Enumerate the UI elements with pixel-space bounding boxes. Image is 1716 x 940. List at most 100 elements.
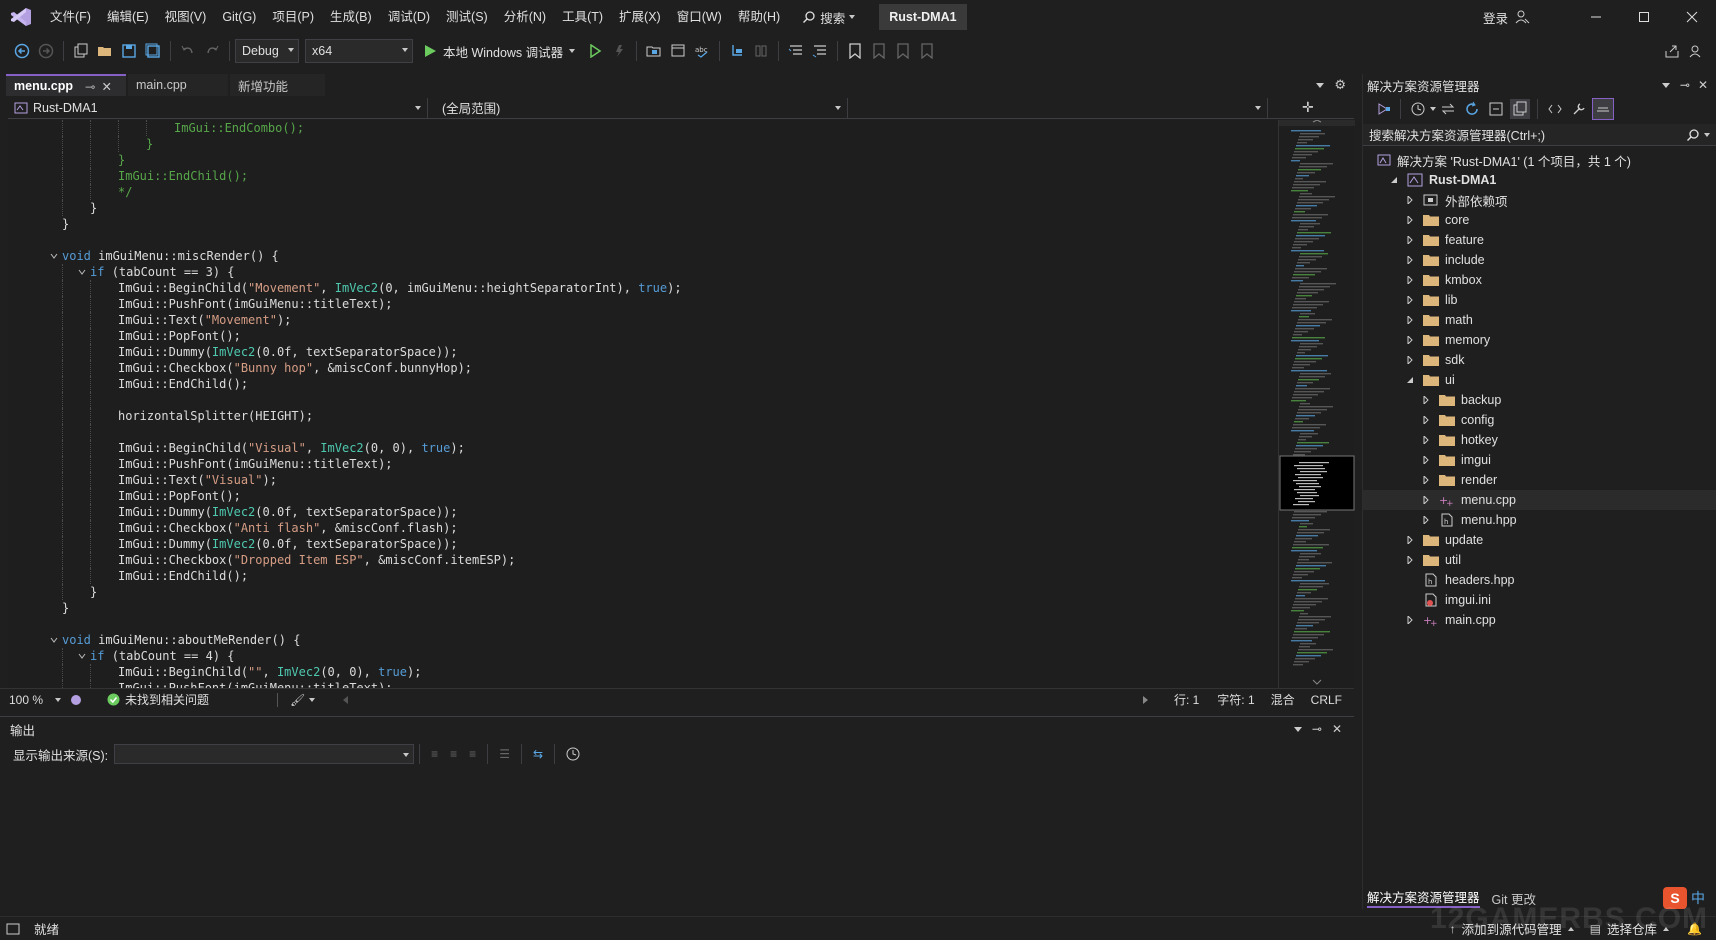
collapsed-chevron-icon[interactable] bbox=[1405, 295, 1415, 305]
tree-item-imgui[interactable]: imgui bbox=[1363, 450, 1716, 470]
output-text-area[interactable] bbox=[6, 769, 1348, 905]
tree-item-core[interactable]: core bbox=[1363, 210, 1716, 230]
menu-item[interactable]: 帮助(H) bbox=[730, 0, 788, 34]
code-editor[interactable]: ImGui::EndCombo();}} ImGui::EndChild(); */… bbox=[8, 120, 1278, 688]
code-minimap[interactable] bbox=[1278, 120, 1355, 688]
next-bookmark-icon[interactable] bbox=[893, 41, 913, 61]
new-project-icon[interactable] bbox=[71, 41, 91, 61]
save-icon[interactable] bbox=[119, 41, 139, 61]
zoom-level[interactable]: 100 % bbox=[9, 693, 55, 707]
comment-out-icon[interactable] bbox=[786, 41, 806, 61]
tree-item-backup[interactable]: backup bbox=[1363, 390, 1716, 410]
fold-toggle-icon[interactable] bbox=[50, 252, 58, 260]
chevron-down-icon[interactable] bbox=[1430, 107, 1436, 111]
tree-item-rust-dma1[interactable]: Rust-DMA1 bbox=[1363, 170, 1716, 190]
window-layout-icon[interactable] bbox=[668, 41, 688, 61]
prev-bookmark-icon[interactable] bbox=[869, 41, 889, 61]
uncomment-icon[interactable] bbox=[810, 41, 830, 61]
redo-icon[interactable] bbox=[202, 41, 222, 61]
collapsed-chevron-icon[interactable] bbox=[1405, 315, 1415, 325]
collapsed-chevron-icon[interactable] bbox=[1405, 615, 1415, 625]
tree-item-main-cpp[interactable]: + + main.cpp bbox=[1363, 610, 1716, 630]
menu-item[interactable]: 视图(V) bbox=[157, 0, 215, 34]
menu-item[interactable]: 项目(P) bbox=[264, 0, 322, 34]
collapsed-chevron-icon[interactable] bbox=[1421, 515, 1431, 525]
chevron-down-icon[interactable] bbox=[1704, 132, 1710, 137]
issues-status[interactable]: 未找到相关问题 bbox=[125, 691, 209, 708]
menu-item[interactable]: Git(G) bbox=[214, 0, 264, 34]
tree-item-hotkey[interactable]: hotkey bbox=[1363, 430, 1716, 450]
tree-item-kmbox[interactable]: kmbox bbox=[1363, 270, 1716, 290]
account-icon[interactable] bbox=[1514, 9, 1532, 25]
char-indicator[interactable]: 字符: 1 bbox=[1217, 691, 1254, 708]
close-icon[interactable]: ✕ bbox=[102, 79, 112, 94]
undo-icon[interactable] bbox=[178, 41, 198, 61]
panel-dropdown-icon[interactable] bbox=[1293, 726, 1302, 732]
prev-message-icon[interactable]: ≡ bbox=[450, 747, 457, 761]
properties-icon[interactable] bbox=[1569, 99, 1589, 119]
project-scope-select[interactable]: Rust-DMA1 bbox=[8, 97, 428, 118]
solution-config-select[interactable]: Debug bbox=[235, 39, 299, 63]
code-cleanup-icon[interactable]: 🖌 bbox=[290, 693, 305, 707]
tree-item-sdk[interactable]: sdk bbox=[1363, 350, 1716, 370]
menu-item[interactable]: 生成(B) bbox=[322, 0, 380, 34]
line-indicator[interactable]: 行: 1 bbox=[1174, 691, 1199, 708]
collapsed-chevron-icon[interactable] bbox=[1421, 395, 1431, 405]
search-button[interactable]: 搜索 bbox=[796, 0, 861, 34]
close-icon[interactable]: ✕ bbox=[1332, 722, 1342, 736]
next-message-icon[interactable]: ≡ bbox=[469, 747, 476, 761]
step-over-icon[interactable] bbox=[751, 41, 771, 61]
live-share-icon[interactable] bbox=[1662, 41, 1682, 61]
panel-dropdown-icon[interactable] bbox=[1661, 82, 1670, 88]
menu-item[interactable]: 窗口(W) bbox=[669, 0, 730, 34]
expanded-chevron-icon[interactable] bbox=[1389, 175, 1399, 185]
tree-item-menu-cpp[interactable]: + + menu.cpp bbox=[1363, 490, 1716, 510]
menu-item[interactable]: 文件(F) bbox=[42, 0, 99, 34]
minimize-button[interactable] bbox=[1572, 0, 1620, 34]
collapsed-chevron-icon[interactable] bbox=[1405, 335, 1415, 345]
tree-item-headers-hpp[interactable]: h headers.hpp bbox=[1363, 570, 1716, 590]
tab-menu-cpp[interactable]: menu.cpp ⊸ ✕ bbox=[6, 74, 126, 96]
collapsed-chevron-icon[interactable] bbox=[1405, 355, 1415, 365]
hot-reload-icon[interactable] bbox=[609, 41, 629, 61]
word-wrap-icon[interactable]: ⇆ bbox=[533, 747, 543, 761]
copilot-icon[interactable] bbox=[69, 693, 83, 707]
collapsed-chevron-icon[interactable] bbox=[1405, 195, 1415, 205]
spell-check-icon[interactable]: abc bbox=[692, 41, 712, 61]
find-message-icon[interactable]: ≡ bbox=[431, 747, 438, 761]
solution-search-box[interactable]: 搜索解决方案资源管理器(Ctrl+;) bbox=[1363, 124, 1716, 146]
tree-item-lib[interactable]: lib bbox=[1363, 290, 1716, 310]
step-into-icon[interactable] bbox=[727, 41, 747, 61]
maximize-button[interactable] bbox=[1620, 0, 1668, 34]
pin-icon[interactable]: ⊸ bbox=[1680, 78, 1690, 92]
collapsed-chevron-icon[interactable] bbox=[1421, 435, 1431, 445]
tree-item-math[interactable]: math bbox=[1363, 310, 1716, 330]
solution-root[interactable]: 解决方案 'Rust-DMA1' (1 个项目，共 1 个) bbox=[1363, 150, 1716, 170]
tree-item-memory[interactable]: memory bbox=[1363, 330, 1716, 350]
pin-icon[interactable]: ⊸ bbox=[1312, 722, 1322, 736]
output-source-select[interactable] bbox=[114, 744, 415, 764]
collapsed-chevron-icon[interactable] bbox=[1405, 215, 1415, 225]
line-ending-indicator[interactable]: CRLF bbox=[1311, 693, 1342, 707]
clear-all-icon[interactable]: ☰ bbox=[499, 747, 510, 761]
tree-item-ui[interactable]: ui bbox=[1363, 370, 1716, 390]
pending-changes-icon[interactable] bbox=[1408, 99, 1428, 119]
tree-item-update[interactable]: update bbox=[1363, 530, 1716, 550]
settings-gear-icon[interactable]: ⚙ bbox=[1334, 77, 1346, 93]
close-icon[interactable]: ✕ bbox=[1698, 78, 1708, 92]
platform-select[interactable]: x64 bbox=[305, 39, 413, 63]
collapsed-chevron-icon[interactable] bbox=[1421, 475, 1431, 485]
collapsed-chevron-icon[interactable] bbox=[1421, 495, 1431, 505]
collapsed-chevron-icon[interactable] bbox=[1405, 255, 1415, 265]
tab-list-dropdown-icon[interactable] bbox=[1316, 82, 1325, 88]
menu-item[interactable]: 分析(N) bbox=[496, 0, 554, 34]
menu-item[interactable]: 测试(S) bbox=[438, 0, 496, 34]
fold-toggle-icon[interactable] bbox=[50, 636, 58, 644]
collapse-all-icon[interactable] bbox=[1486, 99, 1506, 119]
split-editor-icon[interactable]: ✛ bbox=[1302, 99, 1314, 116]
tree-item-feature[interactable]: feature bbox=[1363, 230, 1716, 250]
tree-item-include[interactable]: include bbox=[1363, 250, 1716, 270]
preview-selected-icon[interactable] bbox=[1592, 98, 1614, 120]
view-code-icon[interactable] bbox=[1545, 99, 1565, 119]
collapsed-chevron-icon[interactable] bbox=[1405, 275, 1415, 285]
